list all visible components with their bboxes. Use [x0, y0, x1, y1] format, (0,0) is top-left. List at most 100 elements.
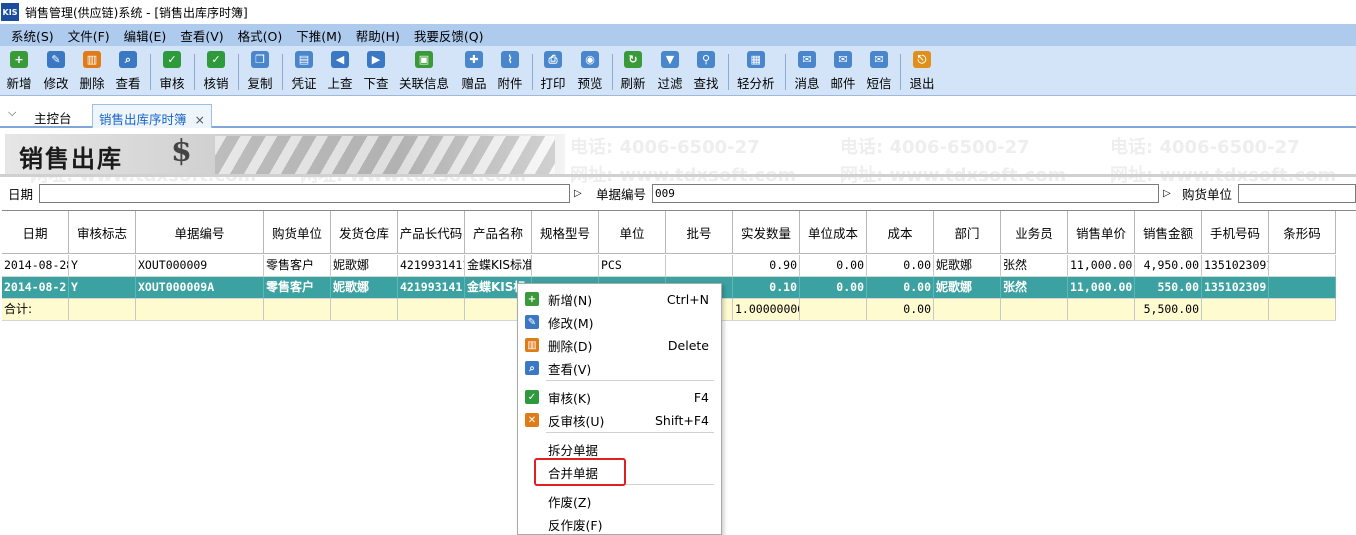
- column-header-product-name[interactable]: 产品名称: [465, 211, 532, 254]
- table-row[interactable]: 2014-08-28YXOUT000009零售客户妮歌娜42199314114金…: [2, 255, 1336, 277]
- cell-batch: [666, 255, 733, 277]
- preview-button[interactable]: ◉ 预览: [578, 51, 603, 93]
- menu-file[interactable]: 文件(F): [61, 26, 117, 45]
- column-header-date[interactable]: 日期: [2, 211, 69, 254]
- column-header-batch[interactable]: 批号: [666, 211, 733, 254]
- column-header-department[interactable]: 部门: [934, 211, 1001, 254]
- cell-warehouse: 妮歌娜: [331, 277, 398, 299]
- toolbar-button-label: 赠品: [461, 76, 487, 91]
- column-header-cost[interactable]: 成本: [867, 211, 934, 254]
- tab-main-console[interactable]: 主控台: [28, 104, 78, 128]
- toolbar-separator: [238, 54, 239, 90]
- total-cell: [69, 299, 136, 321]
- column-header-barcode[interactable]: 条形码: [1269, 211, 1336, 254]
- exit-button[interactable]: ⎋ 退出: [910, 51, 935, 93]
- column-header-mobile[interactable]: 手机号码: [1202, 211, 1269, 254]
- toolbar-button-label: 下查: [363, 76, 389, 91]
- toolbar-button-label: 过滤: [657, 76, 683, 91]
- gift-button[interactable]: ✚ 赠品: [462, 51, 487, 93]
- total-cell: [1001, 299, 1068, 321]
- cell-salesperson: 张然: [1001, 277, 1068, 299]
- total-cell: [398, 299, 465, 321]
- total-cell: [1202, 299, 1269, 321]
- add-button[interactable]: + 新增: [7, 51, 32, 93]
- date-dropdown-arrow-icon[interactable]: ▷: [574, 188, 582, 199]
- close-icon[interactable]: ×: [195, 112, 205, 127]
- column-header-quantity[interactable]: 实发数量: [733, 211, 800, 254]
- date-input[interactable]: [39, 183, 571, 203]
- context-menu-label: 拆分单据: [548, 442, 599, 458]
- audit-button[interactable]: ✓ 审核: [160, 51, 185, 93]
- refresh-icon: ↻: [624, 51, 642, 68]
- copy-button[interactable]: ❐ 复制: [248, 51, 273, 93]
- verify-button[interactable]: ✓ 核销: [204, 51, 229, 93]
- message-button[interactable]: ✉ 消息: [795, 51, 820, 93]
- column-header-bill-no[interactable]: 单据编号: [136, 211, 264, 254]
- column-header-unit-price[interactable]: 销售单价: [1068, 211, 1135, 254]
- menu-edit[interactable]: 编辑(E): [117, 26, 174, 45]
- context-menu-item-audit[interactable]: ✓ 审核(K) F4: [518, 386, 721, 408]
- cell-mobile: 13510230913: [1202, 255, 1269, 277]
- context-menu-item-modify[interactable]: ✎ 修改(M): [518, 311, 721, 333]
- column-header-customer[interactable]: 购货单位: [264, 211, 331, 254]
- related-info-button[interactable]: ▣ 关联信息: [399, 51, 449, 93]
- column-header-unit-cost[interactable]: 单位成本: [800, 211, 867, 254]
- print-button[interactable]: ⎙ 打印: [541, 51, 566, 93]
- cell-unit-cost: 0.00: [800, 255, 867, 277]
- chevron-down-icon[interactable]: ⌵: [8, 106, 16, 120]
- trash-icon: ▥: [525, 338, 539, 352]
- mail-button[interactable]: ✉ 邮件: [831, 51, 856, 93]
- column-header-product-code[interactable]: 产品长代码: [398, 211, 465, 254]
- toolbar-button-label: 凭证: [291, 76, 317, 91]
- up-query-button[interactable]: ◀ 上查: [328, 51, 353, 93]
- context-menu-separator: [546, 432, 714, 433]
- context-menu-item-unvoid[interactable]: 反作废(F): [518, 513, 721, 535]
- billno-dropdown-arrow-icon[interactable]: ▷: [1163, 188, 1171, 199]
- down-query-button[interactable]: ▶ 下查: [364, 51, 389, 93]
- cell-product-code: 42199314114: [398, 255, 465, 277]
- delete-button[interactable]: ▥ 删除: [80, 51, 105, 93]
- cell-date: 2014-08-2: [2, 277, 69, 299]
- sms-button[interactable]: ✉ 短信: [867, 51, 892, 93]
- toolbar-separator: [532, 54, 533, 90]
- menu-help[interactable]: 帮助(H): [349, 26, 407, 45]
- edit-button[interactable]: ✎ 修改: [44, 51, 69, 93]
- banner-decoration: [215, 136, 555, 174]
- context-menu-item-delete[interactable]: ▥ 删除(D) Delete: [518, 334, 721, 356]
- context-menu-label: 反审核(U): [548, 413, 605, 429]
- menu-bar: 系统(S) 文件(F) 编辑(E) 查看(V) 格式(O) 下推(M) 帮助(H…: [0, 24, 1356, 46]
- toolbar-separator: [785, 54, 786, 90]
- toolbar-separator: [612, 54, 613, 90]
- verify-icon: ✓: [207, 51, 225, 68]
- customer-input[interactable]: [1238, 183, 1356, 203]
- context-menu-item-void[interactable]: 作废(Z): [518, 490, 721, 512]
- menu-view[interactable]: 查看(V): [173, 26, 230, 45]
- attachment-button[interactable]: ⌇ 附件: [498, 51, 523, 93]
- refresh-button[interactable]: ↻ 刷新: [621, 51, 646, 93]
- context-menu-item-view[interactable]: ⌕ 查看(V): [518, 357, 721, 379]
- menu-feedback[interactable]: 我要反馈(Q): [407, 26, 491, 45]
- column-header-spec[interactable]: 规格型号: [532, 211, 599, 254]
- column-header-audit-flag[interactable]: 审核标志: [69, 211, 136, 254]
- filter-button[interactable]: ▼ 过滤: [658, 51, 683, 93]
- voucher-button[interactable]: ▤ 凭证: [292, 51, 317, 93]
- column-header-unit[interactable]: 单位: [599, 211, 666, 254]
- context-menu-item-new[interactable]: + 新增(N) Ctrl+N: [518, 288, 721, 310]
- toolbar-button-label: 复制: [247, 76, 273, 91]
- tab-sales-outbound-journal[interactable]: 销售出库序时簿 ×: [92, 104, 212, 128]
- menu-push-down[interactable]: 下推(M): [289, 26, 349, 45]
- view-button[interactable]: ⌕ 查看: [116, 51, 141, 93]
- toolbar-button-label: 打印: [540, 76, 566, 91]
- find-button[interactable]: ⚲ 查找: [694, 51, 719, 93]
- column-header-warehouse[interactable]: 发货仓库: [331, 211, 398, 254]
- column-header-amount[interactable]: 销售金额: [1135, 211, 1202, 254]
- menu-format[interactable]: 格式(O): [231, 26, 290, 45]
- context-menu-item-split-bill[interactable]: 拆分单据: [518, 438, 721, 460]
- billno-input[interactable]: 009: [652, 183, 1160, 203]
- column-header-salesperson[interactable]: 业务员: [1001, 211, 1068, 254]
- menu-system[interactable]: 系统(S): [4, 26, 61, 45]
- light-analysis-button[interactable]: ▦ 轻分析: [737, 51, 775, 93]
- context-menu-item-unaudit[interactable]: ✕ 反审核(U) Shift+F4: [518, 409, 721, 431]
- copy-icon: ❐: [251, 51, 269, 68]
- gift-icon: ✚: [465, 51, 483, 68]
